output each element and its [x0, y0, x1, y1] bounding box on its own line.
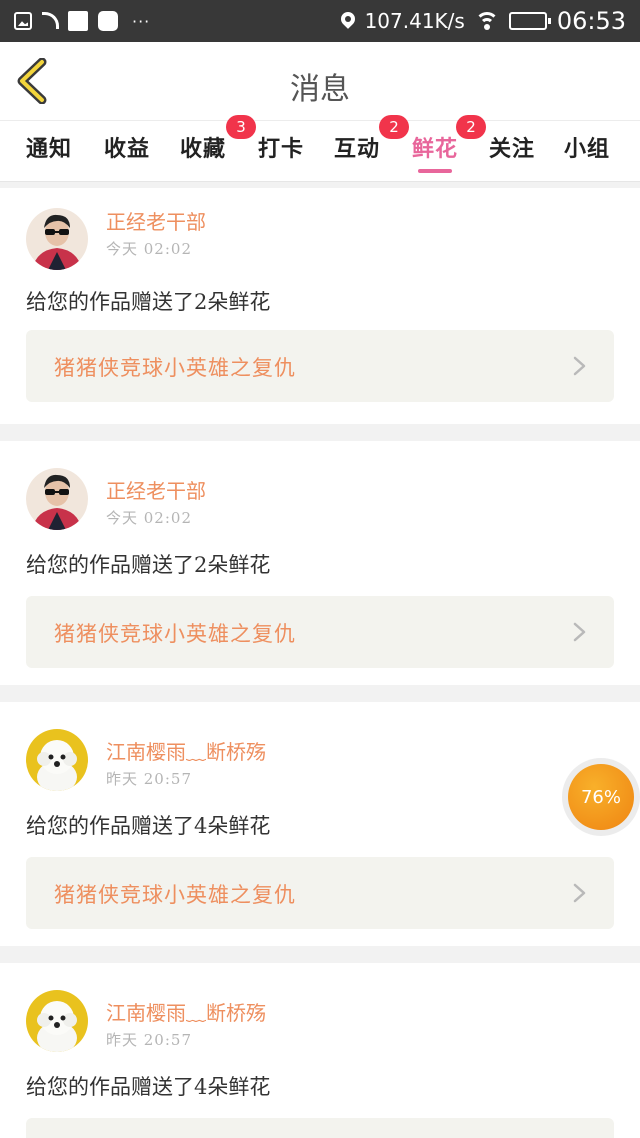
image-notification-icon: [14, 12, 32, 30]
navigation-bar: 消息: [0, 42, 640, 120]
avatar[interactable]: [26, 468, 88, 530]
app-notification-icon-2: [98, 11, 118, 31]
tab-label: 互动: [334, 136, 381, 162]
tab-label: 收藏: [180, 136, 227, 162]
username[interactable]: 正经老干部: [106, 475, 206, 504]
app-notification-icon: [68, 11, 88, 31]
message-time: 昨天 20:57: [106, 1031, 192, 1049]
username[interactable]: 江南樱雨﹏断桥殇: [106, 997, 266, 1026]
username[interactable]: 江南樱雨﹏断桥殇: [106, 736, 266, 765]
tab-notice[interactable]: 通知: [26, 131, 72, 163]
tab-label: 通知: [26, 136, 73, 162]
username[interactable]: 正经老干部: [106, 206, 206, 235]
message-card: 江南樱雨﹏断桥殇 昨天 20:57 给您的作品赠送了4朵鲜花 猪猪侠竞球小英雄之…: [0, 702, 640, 946]
avatar[interactable]: [26, 729, 88, 791]
tab-interaction[interactable]: 互动: [334, 131, 380, 163]
progress-percent: 76%: [568, 764, 634, 830]
chevron-right-icon: [573, 356, 586, 376]
tab-label: 小组: [564, 136, 611, 162]
chevron-right-icon: [573, 622, 586, 642]
network-speed: 107.41K/s: [364, 9, 465, 33]
avatar[interactable]: [26, 208, 88, 270]
tab-bar: 通知 收益 收藏 3 打卡 互动 2 鲜花 2 关注 小组: [0, 115, 640, 182]
tab-follow[interactable]: 关注: [489, 131, 535, 163]
message-text: 给您的作品赠送了4朵鲜花: [26, 1075, 271, 1099]
message-time: 今天 02:02: [106, 240, 192, 258]
tab-flowers[interactable]: 鲜花: [412, 131, 459, 173]
work-title: 猪猪侠竞球小英雄之复仇: [54, 622, 296, 646]
tab-checkin[interactable]: 打卡: [258, 131, 304, 163]
avatar[interactable]: [26, 990, 88, 1052]
tab-label: 收益: [104, 136, 151, 162]
message-text: 给您的作品赠送了2朵鲜花: [26, 553, 271, 577]
wifi-icon: [474, 12, 499, 30]
page-title: 消息: [290, 72, 350, 107]
work-link[interactable]: [26, 1118, 614, 1138]
work-link[interactable]: 猪猪侠竞球小英雄之复仇: [26, 596, 614, 668]
tab-label: 关注: [489, 136, 536, 162]
cast-icon: [42, 12, 59, 29]
message-card: 江南樱雨﹏断桥殇 昨天 20:57 给您的作品赠送了4朵鲜花: [0, 963, 640, 1138]
interaction-badge: 2: [379, 115, 409, 139]
tab-favorites[interactable]: 收藏: [180, 131, 226, 163]
tab-label: 打卡: [258, 136, 305, 162]
flowers-badge: 2: [456, 115, 486, 139]
status-bar: ··· 107.41K/s 06:53: [0, 0, 640, 42]
chevron-right-icon: [573, 883, 586, 903]
message-time: 今天 02:02: [106, 509, 192, 527]
tab-earnings[interactable]: 收益: [104, 131, 150, 163]
work-title: 猪猪侠竞球小英雄之复仇: [54, 356, 296, 380]
work-title: 猪猪侠竞球小英雄之复仇: [54, 883, 296, 907]
battery-icon: [508, 12, 551, 30]
message-text: 给您的作品赠送了2朵鲜花: [26, 290, 271, 314]
work-link[interactable]: 猪猪侠竞球小英雄之复仇: [26, 330, 614, 402]
location-icon: [341, 12, 355, 30]
message-time: 昨天 20:57: [106, 770, 192, 788]
message-card: 正经老干部 今天 02:02 给您的作品赠送了2朵鲜花 猪猪侠竞球小英雄之复仇: [0, 441, 640, 685]
favorites-badge: 3: [226, 115, 256, 139]
more-notifications: ···: [132, 11, 151, 31]
message-text: 给您的作品赠送了4朵鲜花: [26, 814, 271, 838]
message-card: 正经老干部 今天 02:02 给您的作品赠送了2朵鲜花 猪猪侠竞球小英雄之复仇: [0, 188, 640, 424]
floating-progress-button[interactable]: 76%: [562, 758, 640, 836]
clock: 06:53: [556, 7, 626, 35]
tab-label: 鲜花: [412, 136, 459, 162]
work-link[interactable]: 猪猪侠竞球小英雄之复仇: [26, 857, 614, 929]
tab-groups[interactable]: 小组: [564, 131, 610, 163]
